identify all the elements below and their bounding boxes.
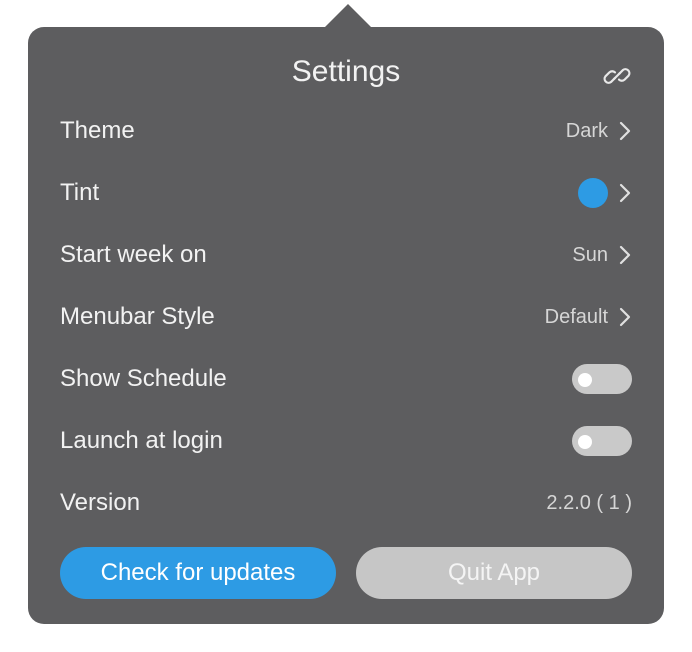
tint-label: Tint bbox=[60, 179, 100, 206]
version-value: 2.2.0 ( 1 ) bbox=[546, 491, 632, 514]
launch-at-login-label: Launch at login bbox=[60, 427, 223, 454]
show-schedule-toggle[interactable] bbox=[572, 364, 632, 394]
menubar-style-row[interactable]: Menubar Style Default bbox=[60, 297, 632, 337]
page-title: Settings bbox=[291, 55, 401, 88]
tint-row[interactable]: Tint bbox=[60, 173, 632, 213]
toggle-knob bbox=[578, 435, 592, 449]
start-week-value: Sun bbox=[572, 243, 608, 266]
chevron-right-icon bbox=[619, 183, 631, 203]
launch-at-login-row: Launch at login bbox=[60, 421, 632, 461]
start-week-row[interactable]: Start week on Sun bbox=[60, 235, 632, 275]
toggle-knob bbox=[578, 373, 592, 387]
chevron-right-icon bbox=[619, 307, 631, 327]
start-week-label: Start week on bbox=[60, 241, 207, 268]
menubar-style-value: Default bbox=[544, 305, 608, 328]
settings-popover: Settings Theme Dark Tint Start week on S… bbox=[0, 0, 692, 652]
theme-row[interactable]: Theme Dark bbox=[60, 111, 632, 151]
version-label: Version bbox=[60, 489, 141, 516]
tint-color-swatch bbox=[578, 178, 608, 208]
chevron-right-icon bbox=[619, 121, 631, 141]
settings-panel: Settings Theme Dark Tint Start week on S… bbox=[28, 27, 664, 624]
show-schedule-label: Show Schedule bbox=[60, 365, 227, 392]
link-icon[interactable] bbox=[602, 61, 632, 91]
check-for-updates-button[interactable]: Check for updates bbox=[60, 547, 336, 599]
theme-value: Dark bbox=[565, 119, 608, 142]
launch-at-login-toggle[interactable] bbox=[572, 426, 632, 456]
theme-label: Theme bbox=[60, 117, 135, 144]
popover-arrow bbox=[324, 4, 372, 28]
chevron-right-icon bbox=[619, 245, 631, 265]
quit-app-button[interactable]: Quit App bbox=[356, 547, 632, 599]
menubar-style-label: Menubar Style bbox=[60, 303, 215, 330]
version-row: Version 2.2.0 ( 1 ) bbox=[60, 483, 632, 523]
show-schedule-row: Show Schedule bbox=[60, 359, 632, 399]
